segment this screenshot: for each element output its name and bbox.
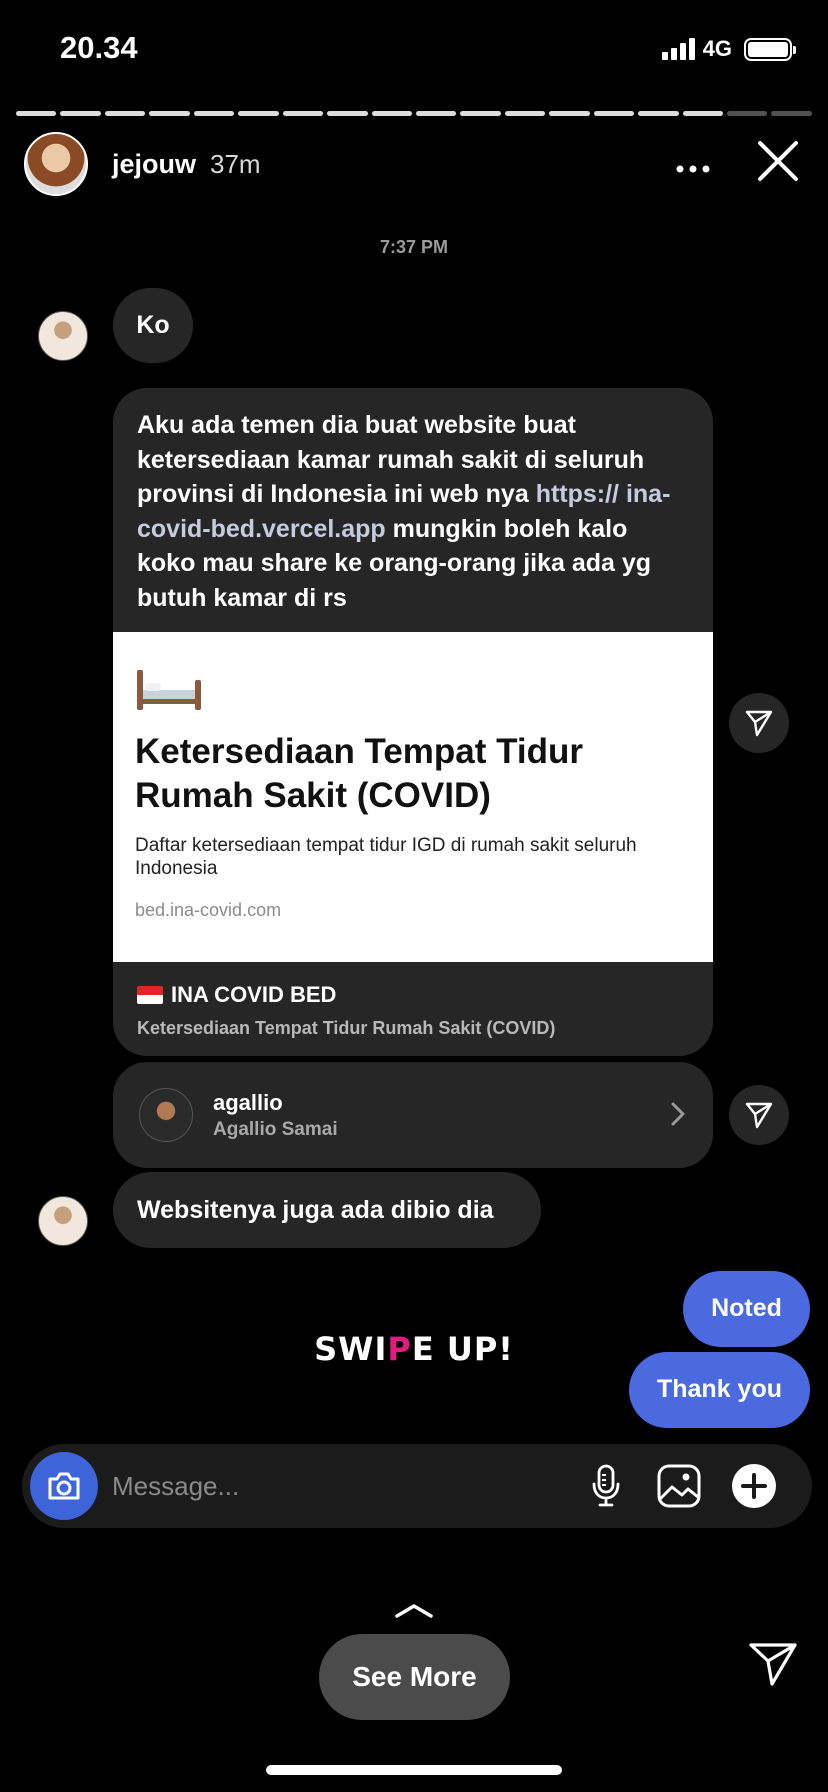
add-button[interactable]	[730, 1462, 778, 1510]
sender-avatar	[38, 1196, 88, 1246]
chevron-up-icon	[395, 1604, 433, 1618]
chevron-right-icon	[671, 1102, 685, 1126]
message-input[interactable]	[112, 1464, 492, 1508]
message-bubble-incoming[interactable]: Websitenya juga ada dibio dia	[113, 1172, 541, 1248]
profile-share-card[interactable]: agallio Agallio Samai	[113, 1062, 713, 1168]
story-time-ago: 37m	[210, 148, 261, 179]
message-bubble-incoming[interactable]: Ko	[113, 288, 193, 363]
sticker-text: E UP!	[411, 1330, 514, 1368]
story-progress-segment	[727, 111, 768, 116]
profile-avatar	[139, 1088, 193, 1142]
link-preview-footer: INA COVID BED Ketersediaan Tempat Tidur …	[113, 962, 713, 1039]
story-progress-segment	[638, 111, 679, 116]
story-progress-segment	[593, 111, 635, 116]
profile-username: agallio	[213, 1090, 283, 1115]
sticker-text-accent: P	[387, 1330, 412, 1368]
story-header: jejouw 37m	[24, 131, 804, 197]
story-progress-segment	[415, 111, 457, 116]
link-preview-title: Ketersediaan Tempat Tidur Rumah Sakit (C…	[135, 732, 583, 815]
story-progress-segment	[104, 111, 146, 116]
bed-icon	[135, 666, 203, 712]
site-subtitle: Ketersediaan Tempat Tidur Rumah Sakit (C…	[137, 1018, 556, 1038]
site-name-text: INA COVID BED	[171, 982, 337, 1007]
send-icon	[745, 710, 773, 737]
gallery-button[interactable]	[655, 1462, 703, 1510]
more-options-button[interactable]	[676, 149, 710, 181]
story-progress-segment	[60, 111, 101, 116]
story-progress-segment	[549, 111, 590, 116]
profile-full-name: Agallio Samai	[213, 1119, 338, 1140]
link-preview-description: Daftar ketersediaan tempat tidur IGD di …	[135, 835, 637, 879]
home-indicator[interactable]	[266, 1765, 562, 1775]
sticker-text: SWI	[314, 1330, 388, 1368]
close-icon	[758, 141, 798, 181]
microphone-icon	[592, 1464, 620, 1507]
story-username[interactable]: jejouw	[112, 149, 196, 180]
image-icon	[657, 1464, 701, 1508]
more-horizontal-icon	[676, 165, 710, 173]
story-progress-segment	[327, 111, 368, 116]
story-progress-bar	[16, 111, 812, 116]
link-preview-url: bed.ina-covid.com	[135, 900, 282, 920]
camera-button[interactable]	[30, 1452, 98, 1520]
story-progress-segment	[682, 111, 723, 116]
camera-icon	[48, 1472, 80, 1500]
chat-timestamp: 7:37 PM	[379, 237, 449, 257]
share-story-button[interactable]	[748, 1641, 798, 1687]
status-time: 20.34	[60, 30, 138, 65]
story-progress-segment	[771, 111, 812, 116]
story-progress-segment	[16, 111, 57, 116]
see-more-button[interactable]: See More	[319, 1634, 510, 1720]
sender-avatar	[38, 311, 88, 361]
microphone-button[interactable]	[582, 1462, 630, 1510]
signal-icon	[661, 38, 695, 60]
message-composer	[22, 1444, 812, 1528]
indonesia-flag-icon	[137, 986, 163, 1004]
send-icon	[745, 1102, 773, 1129]
close-button[interactable]	[756, 139, 804, 187]
story-progress-segment	[460, 111, 501, 116]
story-progress-segment	[371, 111, 412, 116]
share-button[interactable]	[729, 1085, 789, 1145]
network-type: 4G	[702, 36, 732, 61]
story-progress-segment	[238, 111, 279, 116]
story-user-avatar[interactable]	[24, 132, 88, 196]
story-progress-segment	[193, 111, 235, 116]
story-progress-segment	[282, 111, 324, 116]
share-button[interactable]	[729, 693, 789, 753]
site-name: INA COVID BED	[137, 982, 689, 1008]
message-text: Aku ada temen dia buat website buat kete…	[113, 388, 713, 632]
story-progress-segment	[504, 111, 546, 116]
send-icon	[749, 1643, 797, 1686]
plus-circle-icon	[732, 1464, 776, 1508]
link-preview-card[interactable]: Ketersediaan Tempat Tidur Rumah Sakit (C…	[113, 632, 713, 962]
swipe-up-sticker[interactable]: SWIPE UP!	[0, 1330, 828, 1368]
message-bubble-link-share[interactable]: Aku ada temen dia buat website buat kete…	[113, 388, 713, 1056]
story-progress-segment	[149, 111, 190, 116]
battery-icon	[744, 37, 796, 61]
status-indicators: 4G	[661, 36, 796, 62]
